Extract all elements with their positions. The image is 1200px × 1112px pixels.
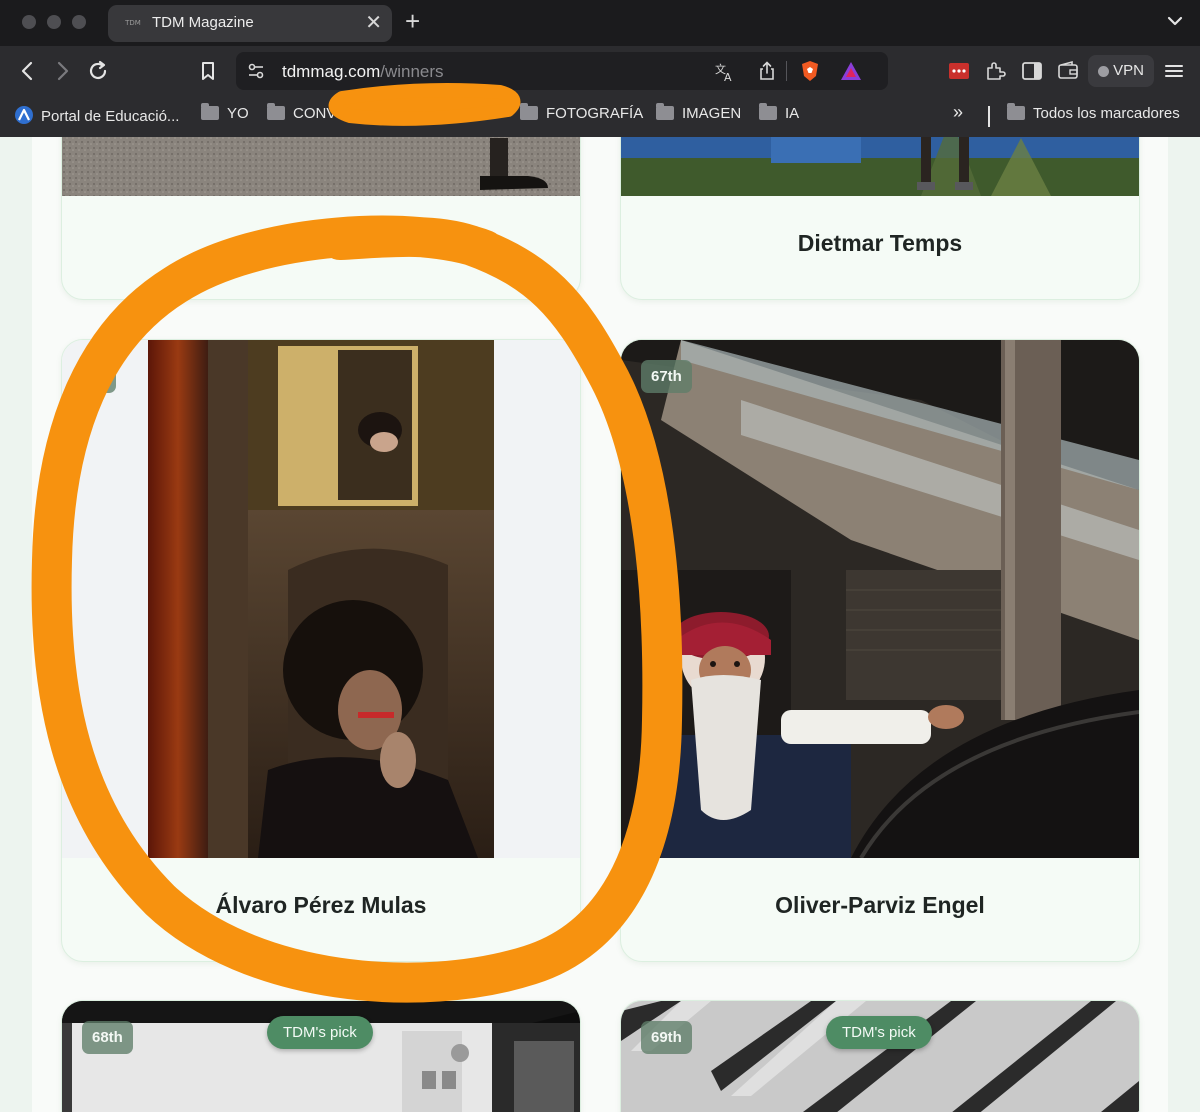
bookmark-label: Todos los marcadores (1033, 105, 1180, 122)
winner-card-oliver-parviz-engel[interactable]: 67th Oliver-Parviz Engel (620, 339, 1140, 962)
folder-icon (201, 103, 219, 120)
extensions-puzzle-icon[interactable] (984, 60, 1006, 82)
winner-photo-image (621, 137, 1139, 196)
bookmark-icon[interactable] (196, 59, 220, 83)
bookmark-label: YO (227, 105, 249, 122)
tdm-pick-badge: TDM's pick (267, 1016, 373, 1049)
bookmark-label: FOTOGRAFÍA (546, 105, 644, 122)
tab-title: TDM Magazine (152, 14, 254, 31)
bookmark-folder-yo[interactable]: YO (201, 103, 249, 122)
folder-icon (267, 103, 285, 120)
address-bar[interactable]: tdmmag.com/winners 文 A (236, 52, 888, 90)
folder-icon (520, 103, 538, 120)
winner-photo[interactable] (62, 340, 580, 858)
url-text[interactable]: tdmmag.com/winners (282, 62, 444, 82)
brave-shields-icon[interactable] (798, 59, 822, 83)
winner-photo[interactable] (62, 137, 580, 196)
winner-photo-image (148, 340, 494, 858)
reload-icon[interactable] (86, 59, 110, 83)
tab-close-icon[interactable]: ✕ (365, 11, 382, 35)
extension-red-icon[interactable] (948, 60, 970, 82)
folder-icon (656, 103, 674, 120)
bookmark-folder-ia[interactable]: IA (759, 103, 800, 122)
winner-card[interactable]: Dietmar Temps (620, 137, 1140, 300)
translate-icon[interactable]: 文 A (714, 61, 736, 83)
bookmark-folder-conv[interactable]: CONV (267, 103, 337, 122)
winner-name: Fr (309, 230, 333, 256)
menu-hamburger-icon[interactable] (1163, 60, 1185, 82)
vpn-button[interactable]: VPN (1088, 55, 1154, 87)
folder-icon (1007, 103, 1025, 120)
bookmark-all-bookmarks[interactable]: Todos los marcadores (1007, 103, 1180, 122)
winner-photo[interactable] (621, 340, 1139, 858)
bookmarks-divider (988, 106, 990, 127)
brave-rewards-icon[interactable] (839, 60, 863, 82)
bookmark-label: IA (785, 105, 800, 122)
bookmark-portal[interactable]: Portal de Educació... (14, 105, 179, 125)
urlbar-divider (786, 61, 787, 81)
tdm-pick-badge: TDM's pick (826, 1016, 932, 1049)
share-icon[interactable] (756, 60, 778, 82)
close-window-button[interactable] (22, 15, 36, 29)
rank-badge: 69th (641, 1021, 692, 1054)
browser-toolbar: tdmmag.com/winners 文 A VPN (0, 46, 1200, 96)
bookmark-folder-fotografia[interactable]: FOTOGRAFÍA (520, 103, 644, 122)
winner-photo-image (62, 137, 580, 196)
winner-name: Dietmar Temps (797, 230, 963, 256)
zoom-window-button[interactable] (72, 15, 86, 29)
rank-badge: 68th (82, 1021, 133, 1054)
winner-name: Oliver-Parviz Engel (775, 892, 985, 918)
rank-badge: 67th (641, 360, 692, 393)
bookmark-label: Portal de Educació... (41, 108, 180, 125)
svg-text:A: A (724, 71, 732, 83)
rank-badge: th (82, 360, 117, 393)
chevron-down-icon[interactable] (1164, 10, 1186, 32)
back-arrow-icon[interactable] (16, 59, 40, 83)
winner-card[interactable]: Fr (61, 137, 581, 300)
winner-card[interactable]: 69th TDM's pick (620, 1000, 1140, 1112)
wallet-icon[interactable] (1057, 60, 1079, 82)
winner-card-alvaro-perez-mulas[interactable]: th Álvaro Pérez Mulas (61, 339, 581, 962)
sidebar-toggle-icon[interactable] (1021, 60, 1043, 82)
winner-name: Álvaro Pérez Mulas (215, 892, 427, 918)
winner-photo[interactable] (621, 137, 1139, 196)
bookmark-folder-imagen[interactable]: IMAGEN (656, 103, 742, 122)
browser-titlebar: TDM TDM Magazine ✕ + (0, 0, 1200, 46)
vpn-status-icon (1098, 66, 1109, 77)
page-viewport: Fr Dietmar Temps th Álvaro Pérez Mulas 6… (0, 137, 1200, 1112)
portal-logo-icon (15, 106, 33, 124)
bookmark-label: CONV (293, 105, 337, 122)
winner-photo-image (621, 340, 1139, 858)
bookmark-label: IMAGEN (682, 105, 742, 122)
active-tab[interactable]: TDM TDM Magazine ✕ (108, 5, 392, 42)
tab-favicon-icon: TDM (125, 19, 141, 27)
forward-arrow-icon[interactable] (50, 59, 74, 83)
bookmarks-bar: Portal de Educació... YO CONV FOTOGRAFÍA… (0, 96, 1200, 138)
bookmarks-overflow-icon[interactable]: » (953, 102, 963, 123)
new-tab-icon[interactable]: + (405, 6, 420, 36)
minimize-window-button[interactable] (47, 15, 61, 29)
site-settings-icon[interactable] (246, 61, 266, 81)
winner-card[interactable]: 68th TDM's pick (61, 1000, 581, 1112)
folder-icon (759, 103, 777, 120)
vpn-label: VPN (1113, 62, 1144, 79)
